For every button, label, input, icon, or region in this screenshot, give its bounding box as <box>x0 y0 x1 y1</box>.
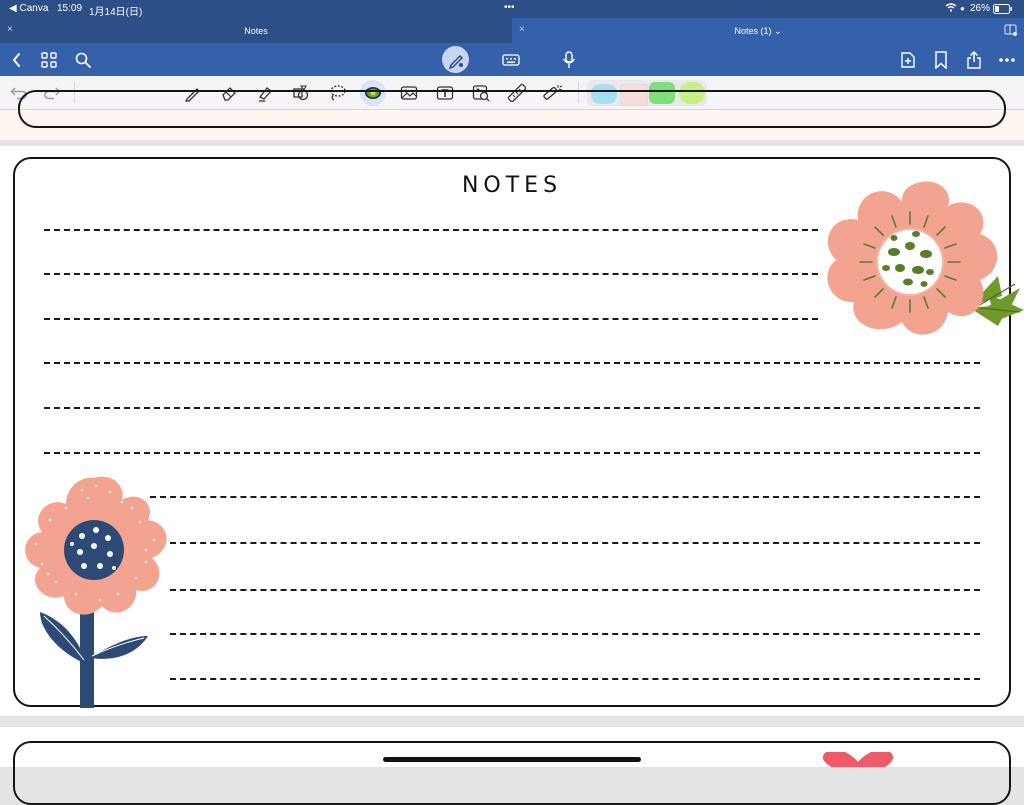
status-bar: ◀ Canva 15:09 1月14日(日) ••• ● 26% <box>0 0 1024 18</box>
next-page-frame <box>13 741 1011 805</box>
add-page-icon[interactable] <box>895 47 921 73</box>
writing-line <box>44 362 980 364</box>
battery-percent: 26% <box>970 3 991 14</box>
home-indicator[interactable] <box>383 757 641 762</box>
writing-line <box>44 229 818 231</box>
writing-line <box>150 496 980 498</box>
status-time: 15:09 <box>57 3 83 14</box>
tab-notes[interactable]: × Notes <box>0 18 512 43</box>
pen-icon[interactable] <box>442 46 469 73</box>
multitask-dots[interactable]: ••• <box>504 2 515 13</box>
previous-page[interactable] <box>0 90 1024 140</box>
pink-flower-illustration <box>827 181 1024 335</box>
keyboard-icon[interactable] <box>498 47 524 73</box>
person-icon: ● <box>960 4 965 13</box>
tab-label: Notes (1) ⌄ <box>734 26 782 36</box>
tab-bar: × Notes × Notes (1) ⌄ <box>0 18 1024 43</box>
mic-icon[interactable] <box>556 47 582 73</box>
blue-stem-flower-illustration <box>25 476 167 708</box>
bookmark-icon[interactable] <box>928 47 954 73</box>
writing-line <box>170 542 980 544</box>
share-icon[interactable] <box>961 47 987 73</box>
tab-label: Notes <box>244 26 268 36</box>
writing-line <box>170 633 980 635</box>
split-view-icon[interactable] <box>1004 24 1018 38</box>
grid-icon[interactable] <box>36 47 62 73</box>
writing-line <box>44 452 980 454</box>
previous-page-frame <box>18 90 1006 128</box>
wifi-icon <box>945 3 957 15</box>
battery-icon <box>993 4 1013 17</box>
writing-line <box>44 407 980 409</box>
writing-line <box>44 273 818 275</box>
writing-line <box>44 318 818 320</box>
heart-icon <box>822 752 894 767</box>
status-date: 1月14日(日) <box>89 7 143 18</box>
tab-notes-1[interactable]: × Notes (1) ⌄ <box>512 18 1024 43</box>
search-icon[interactable] <box>70 47 96 73</box>
more-icon[interactable] <box>994 47 1020 73</box>
writing-line <box>170 678 980 680</box>
back-to-app-link[interactable]: ◀ Canva <box>9 3 48 14</box>
navigation-bar <box>0 43 1024 76</box>
chevron-left-icon[interactable] <box>4 47 30 73</box>
writing-line <box>170 589 980 591</box>
